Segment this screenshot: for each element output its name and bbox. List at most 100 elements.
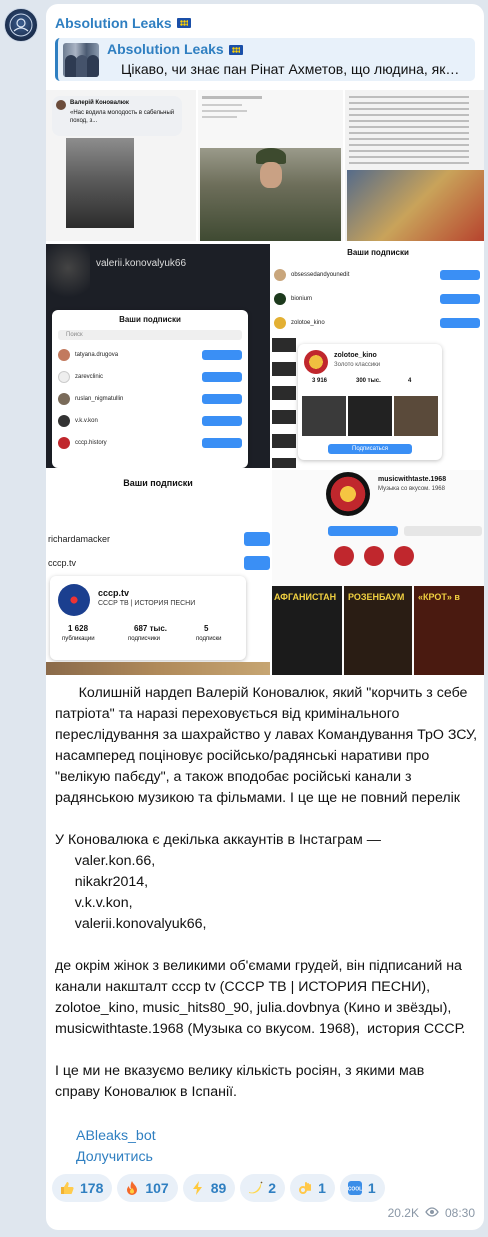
text-line: valer.kon.66, (55, 853, 156, 869)
card-stat: 300 тыс. (356, 378, 381, 384)
cool-button-icon: COOL (347, 1180, 363, 1196)
lightning-icon (190, 1180, 206, 1196)
card-stat: 3 916 (312, 378, 328, 384)
text-line: насамперед поціновує російсько/радянські… (55, 748, 430, 764)
sheet-title: Ваши подписки (119, 315, 181, 324)
reaction-count: 1 (318, 1180, 326, 1196)
text-line: переслідування за шахрайство у лавах Ком… (55, 727, 478, 743)
channel-avatar[interactable] (4, 8, 38, 42)
card-stat-label: подписки (196, 636, 222, 642)
message-text: Колишній нардеп Валерій Коновалюк, який … (55, 683, 479, 1103)
sub-row-label: cccp.tv (48, 558, 77, 568)
soldier-photo (66, 138, 134, 228)
text-line: nikakr2014, (55, 874, 149, 890)
reaction-thumbs-up[interactable]: 178 (52, 1174, 113, 1202)
ok-hand-icon (297, 1180, 313, 1196)
album-photo-1[interactable]: Валерій Коновалюк «Нас водила молодость … (46, 90, 196, 241)
profile-card: zolotoe_kino Золото классики 3 916 300 т… (298, 344, 442, 460)
card-stat: 5 (204, 624, 209, 633)
text-line: v.k.v.kon, (55, 895, 133, 911)
reaction-lightning[interactable]: 89 (182, 1174, 236, 1202)
join-link[interactable]: Долучитись (76, 1147, 156, 1168)
post-author: Валерій Коновалюк (70, 100, 129, 106)
sub-row-label: cccp.history (75, 440, 107, 446)
reaction-count: 89 (210, 1180, 227, 1196)
media-album[interactable]: Валерій Коновалюк «Нас водила молодость … (46, 90, 484, 675)
profile-card: cccp.tv СССР ТВ | ИСТОРИЯ ПЕСНИ 1 628 68… (50, 576, 246, 660)
profile-avatar (326, 472, 370, 516)
sub-row-label: richardamacker (48, 534, 111, 544)
album-screenshot-5[interactable]: Ваши подписки obsessedandyounedit bioniu… (272, 244, 484, 468)
card-name: zolotoe_kino (334, 352, 377, 359)
reaction-ok-hand[interactable]: 1 (290, 1174, 335, 1202)
sub-row-label: v.k.v.kon (75, 418, 98, 424)
ig-username: valerii.konovalyuk66 (96, 258, 187, 269)
fire-icon (124, 1180, 140, 1196)
message-links: ABleaks_bot Долучитись (76, 1126, 156, 1168)
card-subtitle: Золото классики (334, 362, 381, 368)
text-line: musicwithtaste.1968 (Музыка со вкусом. 1… (55, 1021, 466, 1037)
text-line: де окрім жінок з великими об'ємами груде… (55, 958, 462, 974)
sub-row-label: tatyana.drugova (75, 352, 119, 358)
card-stat: 687 тыс. (134, 624, 167, 633)
channel-name[interactable]: Absolution Leaks (55, 15, 191, 31)
text-line: І це ми не вказуємо велику кількість рос… (55, 1063, 425, 1079)
message-meta: 20.2K 08:30 (388, 1206, 475, 1220)
sub-row-label: ruslan_nigmatullin (75, 396, 124, 402)
text-line: радянською музикою та фільмами. І це ще … (55, 790, 461, 806)
poster-title: АФГАНИСТАН (274, 592, 337, 602)
reaction-cool[interactable]: COOL 1 (339, 1174, 385, 1202)
author-avatar (56, 100, 66, 110)
svg-text:COOL: COOL (348, 1187, 362, 1193)
album-screenshot-4[interactable]: valerii.konovalyuk66 Ваши подписки Поиск… (46, 244, 270, 468)
message-time: 08:30 (444, 1206, 475, 1220)
sheet-title: Ваши подписки (347, 248, 409, 257)
reaction-banana[interactable]: 2 (240, 1174, 286, 1202)
text-line: справу Коновалюк в Іспанії. (55, 1084, 237, 1100)
text-line: канали накшталт cccp tv (СССР ТВ | ИСТОР… (55, 979, 431, 995)
card-stat-label: подписчики (128, 636, 160, 642)
reaction-count: 2 (268, 1180, 277, 1196)
sub-row-label: zarevclinic (75, 374, 104, 380)
card-stat: 4 (408, 378, 412, 384)
reaction-count: 1 (367, 1180, 376, 1196)
album-screenshot-7[interactable]: musicwithtaste.1968 Музыка со вкусом. 19… (272, 470, 484, 675)
sheet-title: Ваши подписки (123, 478, 193, 488)
reply-quote[interactable]: Absolution Leaks Цікаво, чи знає пан Рін… (55, 38, 475, 81)
eye-icon (425, 1206, 439, 1220)
card-name: cccp.tv (98, 588, 130, 598)
reaction-fire[interactable]: 107 (117, 1174, 178, 1202)
banana-icon (247, 1180, 263, 1196)
sub-row-label: bionium (291, 296, 313, 302)
text-line: патріота" та наразі переховується від кр… (55, 706, 400, 722)
card-name: musicwithtaste.1968 (378, 476, 447, 483)
thumbs-up-icon (59, 1180, 75, 1196)
album-photo-3[interactable] (345, 90, 484, 241)
card-subtitle: СССР ТВ | ИСТОРИЯ ПЕСНИ (98, 600, 196, 607)
text-line: Колишній нардеп Валерій Коновалюк, який … (55, 685, 468, 701)
sub-row-label: obsessedandyounedit (291, 272, 350, 278)
poster-title: РОЗЕНБАУМ (348, 592, 405, 602)
text-line: zolotoe_kino, music_hits80_90, julia.dov… (55, 1000, 452, 1016)
views-count: 20.2K (387, 1206, 419, 1220)
post-quote: «Нас водила молодость в сабельный поход,… (70, 110, 175, 124)
bot-link[interactable]: ABleaks_bot (76, 1126, 156, 1147)
card-stat-label: публикации (62, 636, 95, 642)
eu-flag-icon (228, 44, 243, 55)
festival-photo (347, 170, 484, 241)
channel-name-text: Absolution Leaks (55, 15, 172, 31)
reply-title: Absolution Leaks (107, 41, 459, 59)
album-photo-2[interactable] (198, 90, 343, 241)
reaction-count: 107 (145, 1180, 169, 1196)
eu-flag-icon (176, 18, 191, 28)
album-screenshot-6[interactable]: Ваши подписки richardamacker cccp.tv ccc… (46, 470, 270, 675)
reactions-bar: 178 107 89 2 1 COOL 1 (52, 1174, 385, 1202)
poster-title: «КРОТ» в (418, 592, 460, 602)
reaction-count: 178 (80, 1180, 104, 1196)
reply-title-text: Absolution Leaks (107, 41, 224, 57)
subscriptions-sheet: Ваши подписки Поиск tatyana.drugova zare… (52, 310, 248, 468)
text-line: valerii.konovalyuk66, (55, 916, 207, 932)
